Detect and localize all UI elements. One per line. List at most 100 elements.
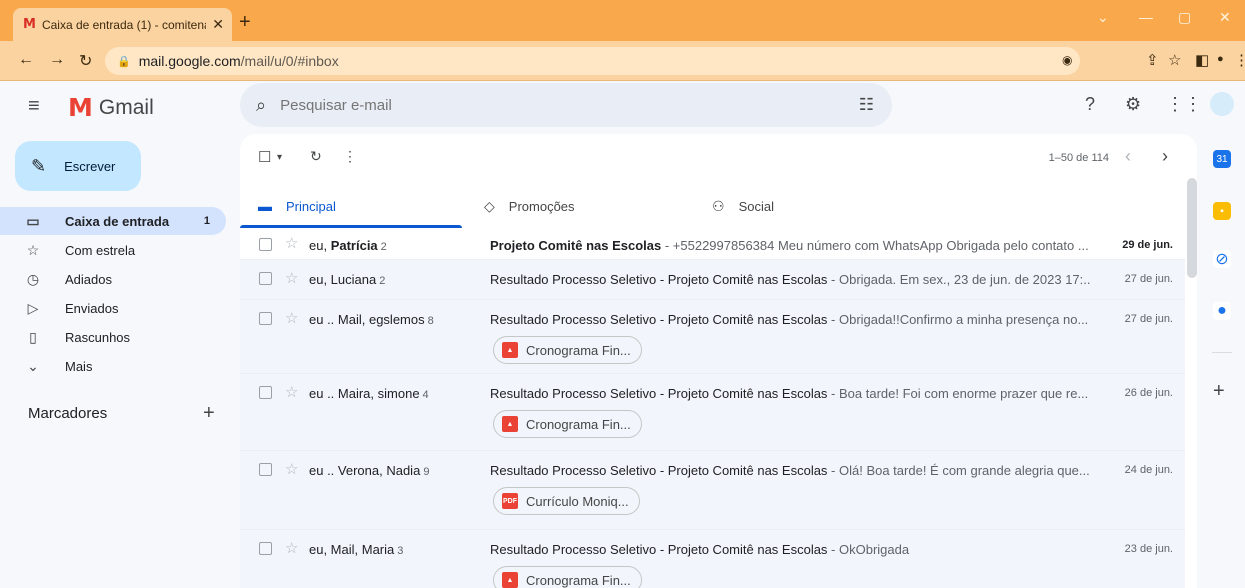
tab-promocoes[interactable]: ◇ Promoções [466,184,694,228]
row-checkbox[interactable] [259,312,272,325]
url-field[interactable]: 🔒 mail.google.com/mail/u/0/#inbox [105,47,1080,75]
row-checkbox[interactable] [259,272,272,285]
email-subject: Projeto Comitê nas Escolas - +5522997856… [490,238,1089,253]
tab-close-icon[interactable]: ✕ [212,16,224,33]
url-path: /mail/u/0/#inbox [240,53,339,69]
select-dropdown-icon[interactable]: ▾ [277,152,282,163]
email-row[interactable]: ☆ eu .. Mail, egslemos 8 Resultado Proces… [240,300,1185,374]
keep-icon[interactable]: ▪ [1213,202,1231,220]
attachment-chip[interactable]: PDF Currículo Moniq... [493,487,640,515]
email-date: 24 de jun. [1124,464,1173,476]
email-row[interactable]: ☆ eu, Patrícia 2 Projeto Comitê nas Escol… [240,229,1185,260]
star-icon[interactable]: ☆ [285,383,298,401]
email-date: 23 de jun. [1124,543,1173,555]
tab-social[interactable]: ⚇ Social [694,184,922,228]
select-all-checkbox[interactable]: ☐ [258,148,271,166]
row-checkbox[interactable] [259,542,272,555]
tasks-icon[interactable]: ⊘ [1213,250,1231,268]
share-icon[interactable]: ⇪ [1146,51,1159,69]
send-icon: ▷ [27,299,39,316]
sidebar-item-more[interactable]: ⌄ Mais [0,352,226,380]
row-checkbox[interactable] [259,463,272,476]
scrollbar[interactable] [1187,178,1197,278]
settings-gear-icon[interactable]: ⚙ [1125,94,1141,115]
sidepanel-icon[interactable]: ◧ [1195,51,1209,69]
email-sender: eu, Luciana 2 [309,272,386,287]
unread-count: 1 [203,215,210,227]
browser-tab[interactable]: M Caixa de entrada (1) - comitenas ✕ [13,8,232,41]
email-sender: eu .. Maira, simone 4 [309,386,429,401]
tracking-icon[interactable]: ◉ [1062,53,1072,67]
star-icon[interactable]: ☆ [285,460,298,478]
labels-header: Marcadores [28,405,108,422]
browser-menu-icon[interactable]: ⋮ [1234,51,1245,69]
account-avatar[interactable] [1210,92,1234,116]
attachment-chip[interactable]: ▲ Cronograma Fin... [493,336,642,364]
star-icon[interactable]: ☆ [285,309,298,327]
back-icon[interactable]: ← [18,51,34,69]
main-menu-icon[interactable]: ≡ [28,95,40,118]
star-icon[interactable]: ☆ [285,539,298,557]
help-icon[interactable]: ? [1085,94,1095,115]
email-row[interactable]: ☆ eu .. Maira, simone 4 Resultado Process… [240,374,1185,451]
contacts-icon[interactable]: ● [1213,302,1231,320]
previous-page-icon[interactable]: ‹ [1125,146,1131,167]
image-file-icon: ▲ [502,572,518,588]
tab-search-icon[interactable]: ⌄ [1097,9,1109,26]
star-icon[interactable]: ☆ [285,234,298,252]
search-bar[interactable]: ⌕ ☷ [240,83,892,127]
sidebar-item-sent[interactable]: ▷ Enviados [0,294,226,322]
email-sender: eu .. Verona, Nadia 9 [309,463,430,478]
refresh-icon[interactable]: ↻ [310,148,322,165]
minimize-icon[interactable]: — [1139,9,1153,25]
sidebar-item-inbox[interactable]: ▭ Caixa de entrada 1 [0,207,226,235]
email-row[interactable]: ☆ eu, Mail, Maria 3 Resultado Processo Se… [240,530,1185,588]
email-row[interactable]: ☆ eu .. Verona, Nadia 9 Resultado Process… [240,451,1185,530]
star-icon[interactable]: ☆ [285,269,298,287]
get-addons-icon[interactable]: + [1213,380,1225,403]
bookmark-star-icon[interactable]: ☆ [1168,51,1181,69]
people-icon: ⚇ [712,197,725,214]
row-checkbox[interactable] [259,386,272,399]
search-input[interactable] [278,95,859,115]
product-name: Gmail [98,95,154,119]
draft-icon: ▯ [29,328,37,345]
sidebar-item-label: Mais [65,358,93,374]
restore-icon[interactable]: ▢ [1178,9,1191,26]
tab-principal[interactable]: ▬ Principal [240,184,462,228]
sidebar-item-label: Com estrela [65,242,136,258]
image-file-icon: ▲ [502,342,518,358]
apps-grid-icon[interactable]: ⋮⋮ [1166,94,1202,115]
next-page-icon[interactable]: › [1162,146,1168,167]
close-window-icon[interactable]: ✕ [1219,9,1231,26]
compose-label: Escrever [64,158,116,174]
profile-icon[interactable]: ● [1217,53,1224,65]
search-options-icon[interactable]: ☷ [859,95,874,115]
forward-icon[interactable]: → [49,51,65,69]
calendar-icon[interactable]: 31 [1213,150,1231,168]
compose-button[interactable]: ✎ Escrever [15,141,141,191]
sidebar-item-starred[interactable]: ☆ Com estrela [0,236,226,264]
side-panel-divider [1212,352,1232,353]
attachment-chip[interactable]: ▲ Cronograma Fin... [493,410,642,438]
clock-icon: ◷ [26,270,40,287]
tab-label: Principal [286,198,336,214]
more-options-icon[interactable]: ⋮ [343,148,357,165]
new-tab-button[interactable]: + [239,11,251,34]
pagination-label: 1–50 de 114 [1048,152,1109,164]
email-date: 27 de jun. [1124,273,1173,285]
search-icon[interactable]: ⌕ [256,95,266,116]
email-subject: Resultado Processo Seletivo - Projeto Co… [490,312,1089,327]
sidebar-item-snoozed[interactable]: ◷ Adiados [0,265,226,293]
attachment-chip[interactable]: ▲ Cronograma Fin... [493,566,642,588]
add-label-icon[interactable]: + [203,402,215,425]
gmail-logo[interactable]: M Gmail [68,93,154,122]
row-checkbox[interactable] [259,238,272,251]
sidebar-item-label: Enviados [65,300,119,316]
sidebar-item-label: Adiados [65,271,112,287]
sidebar-item-drafts[interactable]: ▯ Rascunhos [0,323,226,351]
email-row[interactable]: ☆ eu, Luciana 2 Resultado Processo Seleti… [240,260,1185,300]
reload-icon[interactable]: ↻ [79,51,92,71]
email-subject: Resultado Processo Seletivo - Projeto Co… [490,272,1090,287]
inbox-icon: ▬ [258,198,272,214]
